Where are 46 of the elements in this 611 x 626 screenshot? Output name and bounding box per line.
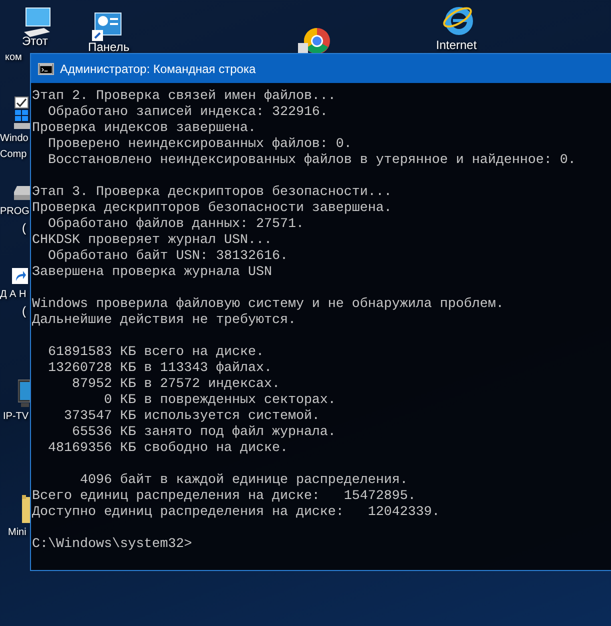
browser-icon[interactable] bbox=[298, 27, 332, 55]
icon-label: IP-TV bbox=[3, 410, 29, 424]
console-line: Windows проверила файловую систему и не обнаружила проблем. bbox=[32, 297, 504, 312]
console-line: 373547 КБ используется системой. bbox=[62, 409, 320, 424]
console-line: Завершена проверка журнала USN bbox=[32, 265, 272, 280]
icon-label: PROG bbox=[0, 205, 30, 219]
icon-label: Windo bbox=[0, 132, 28, 146]
icon-label: Этот bbox=[22, 34, 48, 48]
folder-icon[interactable] bbox=[22, 495, 30, 523]
console-line: Обработано байт USN: 38132616. bbox=[46, 249, 288, 264]
icon-label: Comp bbox=[0, 148, 27, 162]
console-line: 61891583 КБ всего на диске. bbox=[46, 345, 264, 360]
console-line: Этап 3. Проверка дескрипторов безопасности... bbox=[32, 185, 392, 200]
console-line: 65536 КБ занято под файл журнала. bbox=[70, 425, 336, 440]
console-line: Проверено неиндексированных файлов: 0. bbox=[46, 137, 352, 152]
icon-label: Mini bbox=[8, 526, 26, 540]
console-line: CHKDSK проверяет журнал USN... bbox=[32, 233, 272, 248]
shortcut-icon[interactable] bbox=[12, 268, 28, 284]
console-line: Проверка дескрипторов безопасности завершена. bbox=[32, 201, 392, 216]
console-line: 48169356 КБ свободно на диске. bbox=[46, 441, 288, 456]
browser-icon[interactable] bbox=[443, 4, 475, 36]
monitor-icon[interactable] bbox=[18, 378, 30, 408]
console-line: Дальнейшие действия не требуются. bbox=[32, 313, 296, 328]
console-line: Этап 2. Проверка связей имен файлов... bbox=[32, 89, 336, 104]
terminal-icon bbox=[38, 62, 54, 74]
window-title: Администратор: Командная строка bbox=[60, 62, 256, 76]
console-line: Восстановлено неиндексированных файлов в утерянное и найденное: 0. bbox=[46, 153, 576, 168]
icon-label: Internet bbox=[436, 38, 477, 52]
console-line: 4096 байт в каждой единице распределения. bbox=[78, 473, 408, 488]
console-line: C:\Windows\system32> bbox=[32, 537, 192, 552]
console-line: 0 КБ в поврежденных секторах. bbox=[102, 393, 336, 408]
console-line: Доступно единиц распределения на диске: 12042339. bbox=[32, 505, 440, 520]
control-panel-icon[interactable] bbox=[92, 12, 122, 42]
drive-icon[interactable] bbox=[14, 186, 30, 200]
drive-icon[interactable] bbox=[14, 96, 30, 130]
icon-label: Д А Н bbox=[0, 288, 26, 302]
icon-label: Панель bbox=[88, 40, 130, 54]
console-line: 13260728 КБ в 113343 файлах. bbox=[46, 361, 272, 376]
console-line: Обработано файлов данных: 27571. bbox=[46, 217, 304, 232]
icon-label: ком bbox=[5, 51, 22, 65]
icon-label: ( bbox=[22, 221, 26, 235]
console-line: Обработано записей индекса: 322916. bbox=[46, 105, 328, 120]
console-line: Проверка индексов завершена. bbox=[32, 121, 256, 136]
console-line: Всего единиц распределения на диске: 15472895. bbox=[32, 489, 416, 504]
icon-label: ( bbox=[22, 304, 26, 318]
console-line: 87952 КБ в 27572 индексах. bbox=[70, 377, 280, 392]
